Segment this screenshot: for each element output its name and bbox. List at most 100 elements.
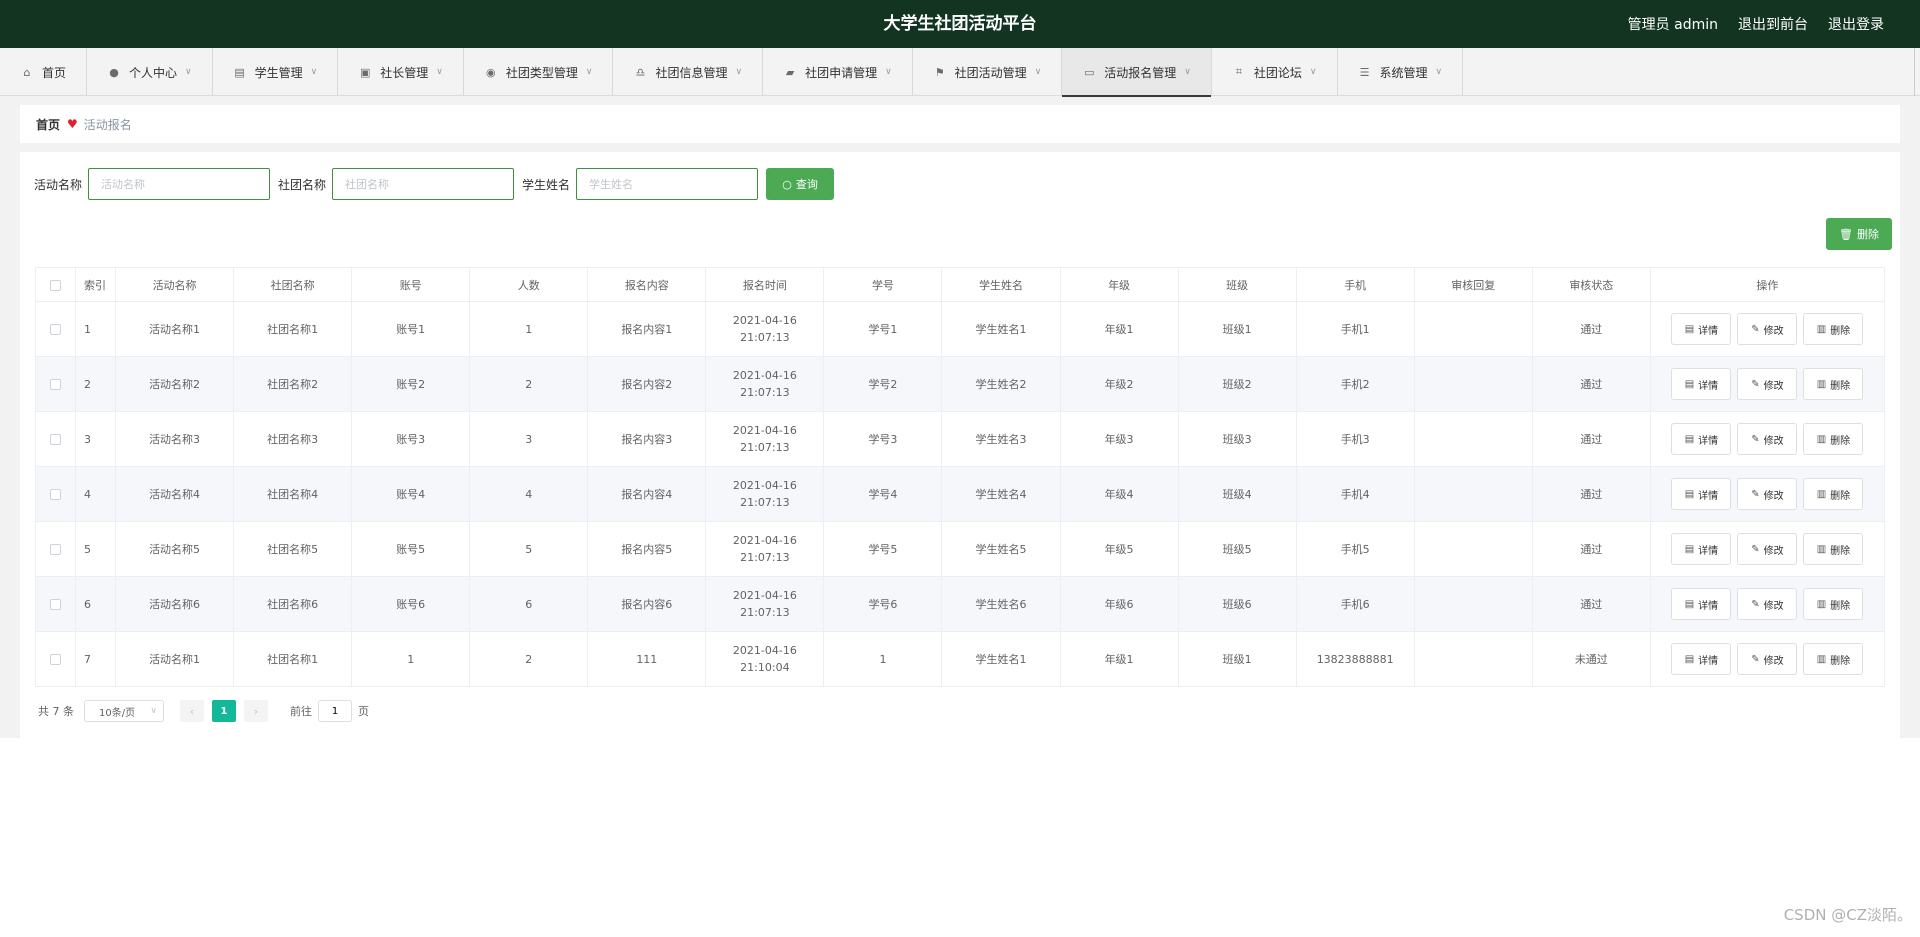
table-cell: 5 [75, 521, 117, 577]
exit-to-front-link[interactable]: 退出到前台 [1738, 14, 1808, 34]
table-cell: 2 [469, 631, 589, 687]
table-cell: 报名内容2 [587, 356, 707, 412]
menu-item-club-forum[interactable]: ⌗ 社团论坛 ∨ [1212, 48, 1338, 96]
edit-button[interactable]: ✎ 修改 [1737, 368, 1798, 400]
menu-item-club-type-management[interactable]: ◉ 社团类型管理 ∨ [464, 48, 614, 96]
row-checkbox[interactable] [34, 521, 77, 577]
select-all-checkbox[interactable] [34, 267, 77, 302]
detail-button[interactable]: ▤ 详情 [1671, 533, 1732, 565]
row-actions: ▤ 详情 ✎ 修改 ▥ 删除 [1649, 576, 1886, 632]
row-checkbox[interactable] [34, 576, 77, 632]
delete-button[interactable]: ▥ 删除 [1803, 313, 1864, 345]
row-checkbox[interactable] [34, 301, 77, 357]
table-cell: 学号2 [823, 356, 943, 412]
search-form: 活动名称 社团名称 学生姓名 ○ 查询 [34, 168, 835, 200]
pencil-icon: ✎ [1751, 488, 1760, 500]
next-page-button[interactable]: › [244, 700, 268, 722]
pagination: 共 7 条 10条/页 ∨ ‹ 1 › 前往 页 [38, 700, 369, 722]
menu-item-club-activity-management[interactable]: ⚑ 社团活动管理 ∨ [913, 48, 1063, 96]
column-header: 操作 [1649, 267, 1886, 302]
delete-button[interactable]: ▥ 删除 [1803, 643, 1864, 675]
delete-label: 删除 [1830, 490, 1851, 502]
trash-icon: ▥ [1816, 598, 1827, 610]
table-cell: 学生姓名2 [941, 356, 1061, 412]
bell-icon: ♎ [635, 65, 646, 79]
goto-label: 前往 [290, 705, 312, 718]
table-cell [1413, 466, 1533, 522]
row-actions: ▤ 详情 ✎ 修改 ▥ 删除 [1649, 356, 1886, 412]
row-checkbox[interactable] [34, 631, 77, 687]
edit-label: 修改 [1763, 380, 1784, 392]
row-checkbox[interactable] [34, 466, 77, 522]
activity-name-input[interactable] [88, 168, 271, 200]
column-header: 年级 [1059, 267, 1179, 302]
menu-item-personal-center[interactable]: ● 个人中心 ∨ [87, 48, 213, 96]
table-cell [1413, 356, 1533, 412]
detail-button[interactable]: ▤ 详情 [1671, 313, 1732, 345]
breadcrumb-home[interactable]: 首页 [36, 116, 60, 133]
logout-link[interactable]: 退出登录 [1828, 14, 1884, 34]
column-header: 审核状态 [1531, 267, 1651, 302]
pencil-icon: ✎ [1751, 653, 1760, 665]
edit-button[interactable]: ✎ 修改 [1737, 643, 1798, 675]
delete-button[interactable]: ▥ 删除 [1803, 423, 1864, 455]
edit-label: 修改 [1763, 600, 1784, 612]
user-icon: ● [109, 65, 119, 79]
page-number-current[interactable]: 1 [212, 700, 236, 722]
delete-label: 删除 [1830, 380, 1851, 392]
detail-button[interactable]: ▤ 详情 [1671, 368, 1732, 400]
detail-button[interactable]: ▤ 详情 [1671, 588, 1732, 620]
goto-page-input[interactable] [318, 700, 352, 722]
coffee-icon: ▰ [785, 65, 795, 79]
signup-table: 索引 活动名称 社团名称 账号 人数 报名内容 报名时间 学号 学生姓名 年级 … [34, 267, 1886, 687]
table-cell: 年级4 [1059, 466, 1179, 522]
menu-item-activity-signup-management[interactable]: ▭ 活动报名管理 ∨ [1062, 48, 1212, 97]
prev-page-button[interactable]: ‹ [180, 700, 204, 722]
menu-item-student-management[interactable]: ▤ 学生管理 ∨ [213, 48, 339, 96]
table-cell: 2021-04-16 21:07:13 [705, 411, 825, 467]
row-checkbox[interactable] [34, 356, 77, 412]
table-cell [1413, 521, 1533, 577]
page-suffix: 页 [358, 705, 369, 718]
chevron-down-icon: ∨ [1309, 67, 1317, 77]
menu-item-president-management[interactable]: ▣ 社长管理 ∨ [338, 48, 464, 96]
table-cell: 年级1 [1059, 301, 1179, 357]
detail-button[interactable]: ▤ 详情 [1671, 423, 1732, 455]
batch-delete-button[interactable]: 🗑︎ 删除 [1826, 218, 1892, 250]
edit-button[interactable]: ✎ 修改 [1737, 533, 1798, 565]
breadcrumb: 首页 ♥ 活动报名 [20, 105, 1900, 143]
student-name-input[interactable] [576, 168, 759, 200]
edit-button[interactable]: ✎ 修改 [1737, 478, 1798, 510]
trash-icon: ▥ [1816, 323, 1827, 335]
edit-button[interactable]: ✎ 修改 [1737, 588, 1798, 620]
query-button[interactable]: ○ 查询 [766, 168, 835, 200]
menu-item-label: 社团活动管理 [954, 65, 1027, 80]
detail-label: 详情 [1698, 655, 1719, 667]
heart-icon: ♥ [67, 117, 78, 131]
delete-button[interactable]: ▥ 删除 [1803, 368, 1864, 400]
menu-item-club-info-management[interactable]: ♎ 社团信息管理 ∨ [613, 48, 764, 96]
detail-button[interactable]: ▤ 详情 [1671, 478, 1732, 510]
page-size-select[interactable]: 10条/页 ∨ [84, 700, 164, 722]
detail-button[interactable]: ▤ 详情 [1671, 643, 1732, 675]
table-cell: 学生姓名1 [941, 301, 1061, 357]
club-name-input[interactable] [332, 168, 515, 200]
row-checkbox[interactable] [34, 411, 77, 467]
edit-label: 修改 [1763, 545, 1784, 557]
query-button-label: 查询 [795, 178, 818, 191]
menu-item-club-application-management[interactable]: ▰ 社团申请管理 ∨ [763, 48, 913, 96]
edit-button[interactable]: ✎ 修改 [1737, 423, 1798, 455]
delete-button[interactable]: ▥ 删除 [1803, 533, 1864, 565]
table-cell: 4 [75, 466, 117, 522]
menu-item-home[interactable]: ⌂ 首页 [0, 48, 88, 96]
pencil-icon: ✎ [1751, 378, 1760, 390]
trash-icon: ▥ [1816, 433, 1827, 445]
table-cell: 学号6 [823, 576, 943, 632]
chevron-down-icon: ∨ [185, 67, 192, 77]
menu-item-system-management[interactable]: ☰ 系统管理 ∨ [1338, 48, 1464, 96]
table-cell: 社团名称1 [233, 301, 353, 357]
delete-button[interactable]: ▥ 删除 [1803, 478, 1864, 510]
list-icon: ☰ [1359, 65, 1370, 79]
edit-button[interactable]: ✎ 修改 [1737, 313, 1798, 345]
delete-button[interactable]: ▥ 删除 [1803, 588, 1864, 620]
